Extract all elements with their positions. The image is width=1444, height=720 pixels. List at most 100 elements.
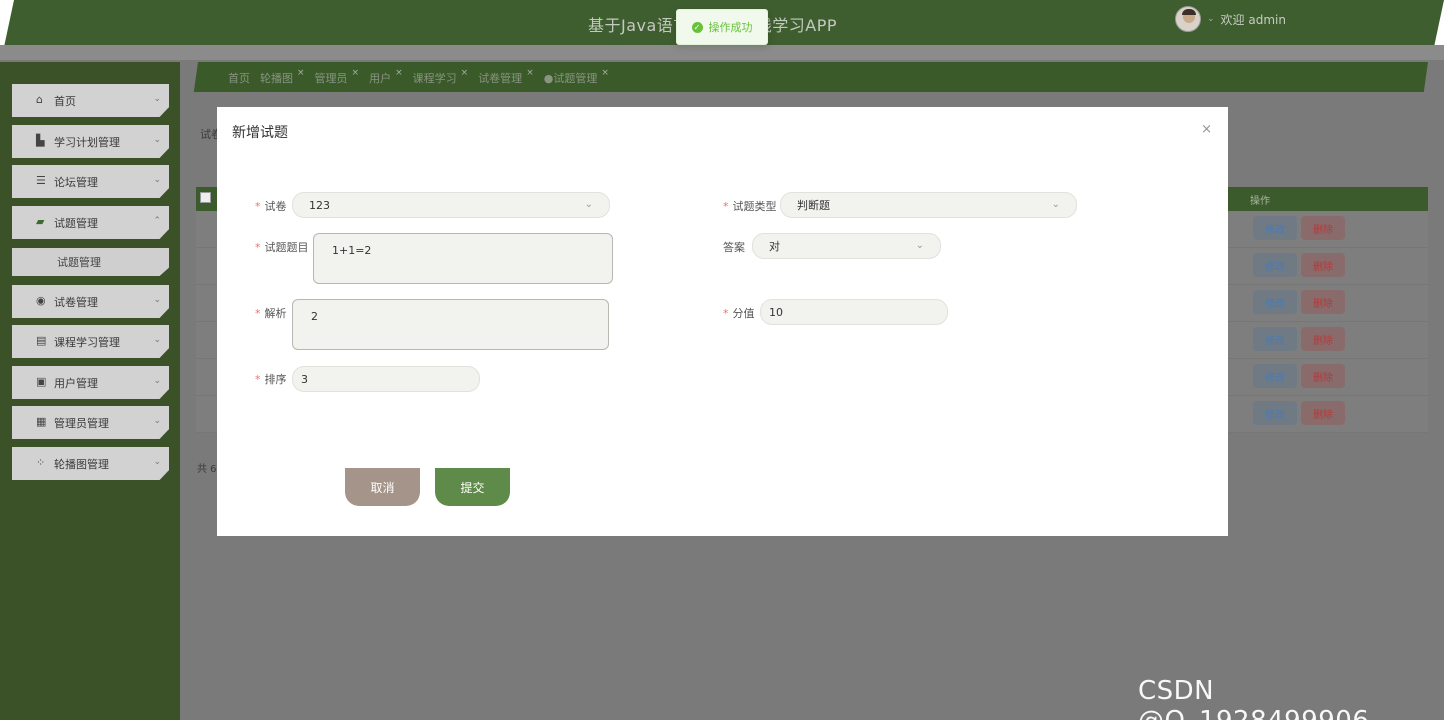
- submit-button[interactable]: 提交: [435, 468, 510, 506]
- analysis-label: * 解析: [255, 305, 287, 321]
- answer-label: 答案: [723, 241, 745, 254]
- tab-home[interactable]: 首页: [228, 70, 250, 86]
- close-icon[interactable]: ×: [352, 68, 360, 78]
- sidebar-item-papers[interactable]: ◉ 试卷管理 ⌄: [12, 285, 169, 318]
- edit-button[interactable]: 修改: [1253, 216, 1297, 240]
- chevron-down-icon: ⌄: [584, 199, 593, 210]
- book-icon: ▰: [36, 215, 45, 228]
- user-icon: ▣: [36, 375, 47, 388]
- score-label-text: 分值: [732, 307, 755, 320]
- pagination-total: 共 6: [197, 464, 217, 475]
- sidebar-subitem-questions[interactable]: 试题管理: [12, 248, 169, 276]
- type-label-text: 试题类型: [732, 200, 777, 213]
- sidebar-item-label: 首页: [54, 94, 76, 108]
- edit-button[interactable]: 修改: [1253, 327, 1297, 351]
- analysis-label-text: 解析: [264, 307, 287, 320]
- tab-users[interactable]: 用户 ×: [369, 68, 403, 86]
- sidebar-item-users[interactable]: ▣ 用户管理 ⌄: [12, 366, 169, 399]
- chevron-down-icon: ⌄: [153, 295, 161, 305]
- edit-button[interactable]: 修改: [1253, 253, 1297, 277]
- sidebar-item-admins[interactable]: ▦ 管理员管理 ⌄: [12, 406, 169, 439]
- paper-label-text: 试卷: [264, 200, 287, 213]
- chart-icon: ▙: [36, 134, 45, 147]
- sidebar-subitem-label: 试题管理: [57, 256, 101, 269]
- forum-icon: ☰: [36, 174, 46, 187]
- tab-admins[interactable]: 管理员 ×: [314, 68, 360, 86]
- tab-label: 首页: [228, 72, 250, 85]
- sidebar-item-carousel[interactable]: ⁘ 轮播图管理 ⌄: [12, 447, 169, 480]
- tab-label: ●试题管理: [543, 72, 598, 85]
- close-icon[interactable]: ×: [461, 68, 469, 78]
- chevron-down-icon: ⌄: [153, 94, 161, 104]
- tab-label: 管理员: [314, 72, 348, 85]
- avatar[interactable]: [1175, 6, 1201, 32]
- required-mark: *: [723, 307, 729, 320]
- chevron-down-icon: ⌄: [153, 376, 161, 386]
- table-header-action: 操作: [1250, 196, 1270, 207]
- paper-label: * 试卷: [255, 198, 287, 214]
- tab-questions[interactable]: ●试题管理 ×: [543, 68, 609, 86]
- sidebar-item-label: 用户管理: [54, 376, 98, 390]
- score-label: * 分值: [723, 305, 755, 321]
- tab-course-study[interactable]: 课程学习 ×: [412, 68, 469, 86]
- answer-select-value: 对: [769, 240, 780, 253]
- chevron-down-icon: ⌄: [153, 457, 161, 467]
- admin-icon: ▦: [36, 415, 47, 428]
- question-label: * 试题题目: [255, 239, 309, 255]
- required-mark: *: [255, 200, 261, 213]
- delete-button[interactable]: 删除: [1301, 216, 1345, 240]
- type-label: * 试题类型: [723, 198, 777, 214]
- chevron-down-icon: ⌄: [153, 416, 161, 426]
- check-circle-icon: ✓: [691, 21, 703, 33]
- paper-icon: ◉: [36, 294, 46, 307]
- score-input[interactable]: 10: [760, 299, 948, 325]
- answer-select[interactable]: 对 ⌄: [752, 233, 941, 259]
- delete-button[interactable]: 删除: [1301, 401, 1345, 425]
- close-icon[interactable]: ×: [395, 68, 403, 78]
- question-label-text: 试题题目: [264, 241, 309, 254]
- sidebar-item-label: 学习计划管理: [54, 135, 120, 149]
- paper-select[interactable]: 123 ⌄: [292, 192, 610, 218]
- close-icon[interactable]: ×: [297, 68, 305, 78]
- tab-label: 用户: [369, 72, 392, 85]
- user-menu[interactable]: ⌄ 欢迎 admin: [1175, 6, 1286, 32]
- sidebar-item-course-study[interactable]: ▤ 课程学习管理 ⌄: [12, 325, 169, 358]
- order-input[interactable]: 3: [292, 366, 480, 392]
- sidebar-item-home[interactable]: ⌂ 首页 ⌄: [12, 84, 169, 117]
- sidebar-item-study-plan[interactable]: ▙ 学习计划管理 ⌄: [12, 125, 169, 158]
- sidebar-item-label: 轮播图管理: [54, 457, 109, 471]
- chevron-down-icon: ⌄: [915, 240, 924, 251]
- success-toast: ✓ 操作成功: [676, 9, 768, 45]
- delete-button[interactable]: 删除: [1301, 290, 1345, 314]
- briefcase-icon: ▤: [36, 334, 47, 347]
- tabs: 首页 轮播图 × 管理员 × 用户 × 课程学习 × 试卷管理 × ●试题管理 ×: [228, 68, 619, 86]
- delete-button[interactable]: 删除: [1301, 327, 1345, 351]
- sidebar-item-forum[interactable]: ☰ 论坛管理 ⌄: [12, 165, 169, 198]
- tab-carousel[interactable]: 轮播图 ×: [260, 68, 305, 86]
- tab-label: 课程学习: [412, 72, 457, 85]
- question-textarea[interactable]: 1+1=2: [313, 233, 613, 284]
- edit-button[interactable]: 修改: [1253, 290, 1297, 314]
- toast-message: 操作成功: [708, 21, 753, 34]
- tab-papers[interactable]: 试卷管理 ×: [478, 68, 534, 86]
- close-icon[interactable]: ×: [526, 68, 534, 78]
- close-icon[interactable]: ×: [1201, 122, 1212, 137]
- sidebar-item-label: 课程学习管理: [54, 335, 120, 349]
- delete-button[interactable]: 删除: [1301, 253, 1345, 277]
- home-icon: ⌂: [36, 93, 43, 106]
- cancel-button[interactable]: 取消: [345, 468, 420, 506]
- analysis-textarea[interactable]: 2: [292, 299, 609, 350]
- close-icon[interactable]: ×: [601, 68, 609, 78]
- tab-label: 轮播图: [260, 72, 293, 85]
- sidebar-item-questions[interactable]: ▰ 试题管理 ⌃: [12, 206, 169, 239]
- edit-button[interactable]: 修改: [1253, 364, 1297, 388]
- delete-button[interactable]: 删除: [1301, 364, 1345, 388]
- header-shadow: [0, 45, 1444, 60]
- grid-icon: ⁘: [36, 456, 46, 469]
- question-type-value: 判断题: [797, 199, 830, 212]
- dialog-title: 新增试题: [232, 125, 288, 141]
- select-all-checkbox[interactable]: [200, 192, 211, 203]
- chevron-up-icon: ⌃: [153, 216, 161, 226]
- edit-button[interactable]: 修改: [1253, 401, 1297, 425]
- question-type-select[interactable]: 判断题 ⌄: [780, 192, 1077, 218]
